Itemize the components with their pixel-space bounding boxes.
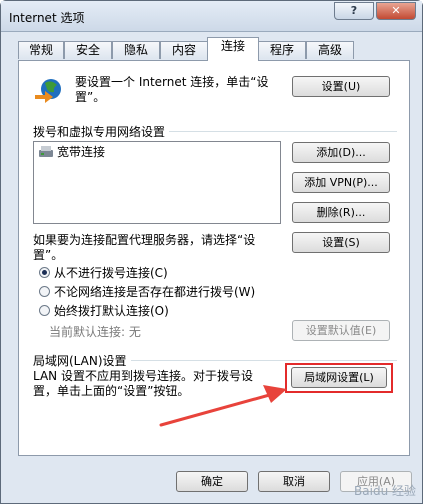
radio-always-dial-default[interactable]: 始终拨打默认连接(O) xyxy=(39,303,169,319)
radio-indicator[interactable] xyxy=(39,305,50,316)
add-connection-button[interactable]: 添加(D)... xyxy=(292,142,390,163)
lan-section-label: 局域网(LAN)设置 xyxy=(33,352,131,369)
radio-dial-whenever[interactable]: 不论网络连接是否存在都进行拨号(W) xyxy=(39,284,255,300)
window-title: Internet 选项 xyxy=(9,11,85,25)
proxy-description: 如果要为连接配置代理服务器，请选择“设 置”。 xyxy=(33,233,283,263)
setup-text-line2: 置”。 xyxy=(75,90,106,104)
close-button[interactable]: ✕ xyxy=(376,2,416,20)
list-item[interactable]: 宽带连接 xyxy=(38,145,105,160)
dialup-section-label: 拨号和虚拟专用网络设置 xyxy=(33,123,170,140)
tab-general[interactable]: 常规 xyxy=(18,41,64,59)
current-default-connection: 当前默认连接: 无 xyxy=(49,323,141,340)
delete-connection-button[interactable]: 删除(R)... xyxy=(292,202,390,223)
connections-list[interactable]: 宽带连接 xyxy=(33,141,281,224)
radio-label: 不论网络连接是否存在都进行拨号(W) xyxy=(54,285,256,299)
tab-content[interactable]: 内容 xyxy=(160,41,208,59)
title-bar[interactable]: Internet 选项 ? ✕ xyxy=(1,1,422,32)
lan-settings-button[interactable]: 局域网设置(L) xyxy=(291,367,387,388)
tab-connections[interactable]: 连接 xyxy=(207,37,259,61)
radio-never-dial[interactable]: 从不进行拨号连接(C) xyxy=(39,265,168,281)
broadband-connection-icon xyxy=(39,146,53,157)
tab-advanced[interactable]: 高级 xyxy=(306,41,354,59)
cancel-button[interactable]: 取消 xyxy=(258,471,330,492)
proxy-text-line2: 置”。 xyxy=(33,248,64,262)
ok-button[interactable]: 确定 xyxy=(176,471,248,492)
radio-label: 从不进行拨号连接(C) xyxy=(54,266,168,280)
current-default-value: 无 xyxy=(128,325,141,339)
tab-privacy[interactable]: 隐私 xyxy=(112,41,160,59)
connections-panel: 要设置一个 Internet 连接，单击“设 置”。 设置(U) 拨号和虚拟专用… xyxy=(18,60,410,456)
current-default-label: 当前默认连接: xyxy=(49,325,126,339)
arrow-annotation-icon xyxy=(159,385,287,427)
proxy-text-line1: 如果要为连接配置代理服务器，请选择“设 xyxy=(33,233,256,247)
watermark: Baidu 经验 xyxy=(354,484,416,498)
internet-options-dialog: Internet 选项 ? ✕ 常规 安全 隐私 内容 连接 程序 高级 要设置… xyxy=(0,0,423,504)
radio-label: 始终拨打默认连接(O) xyxy=(54,304,169,318)
add-vpn-button[interactable]: 添加 VPN(P)... xyxy=(292,172,390,193)
setup-description: 要设置一个 Internet 连接，单击“设 置”。 xyxy=(75,75,295,105)
setup-button[interactable]: 设置(U) xyxy=(292,76,390,97)
set-default-button[interactable]: 设置默认值(E) xyxy=(292,320,390,341)
tab-security[interactable]: 安全 xyxy=(64,41,112,59)
setup-text-line1: 要设置一个 Internet 连接，单击“设 xyxy=(75,75,269,89)
connection-name: 宽带连接 xyxy=(57,145,106,159)
radio-indicator[interactable] xyxy=(39,267,50,278)
proxy-settings-button[interactable]: 设置(S) xyxy=(292,232,390,253)
tab-programs[interactable]: 程序 xyxy=(258,41,306,59)
help-button[interactable]: ? xyxy=(334,2,374,20)
radio-indicator[interactable] xyxy=(39,286,50,297)
internet-connection-icon xyxy=(35,79,61,103)
